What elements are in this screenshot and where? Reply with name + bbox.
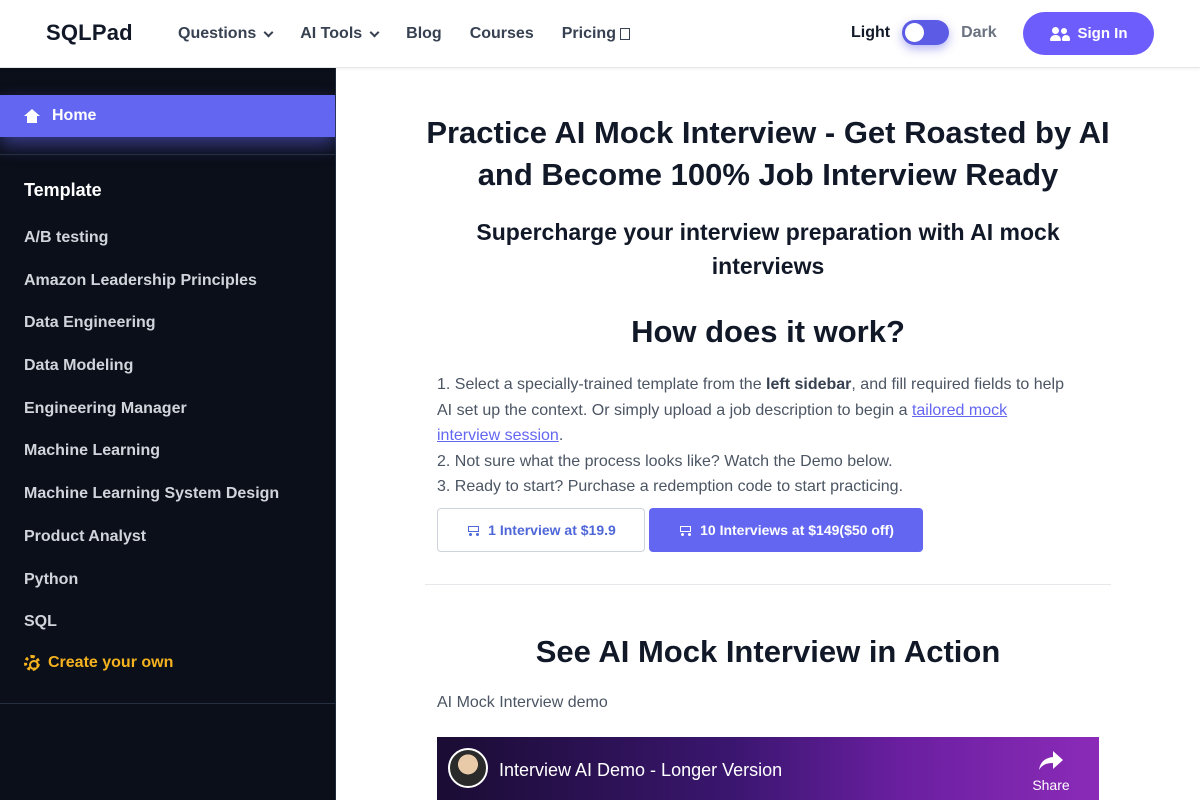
sidebar-divider [0, 703, 335, 704]
sidebar: Home Template A/B testing Amazon Leaders… [0, 68, 336, 800]
sidebar-divider [0, 154, 335, 155]
cart-icon [466, 524, 480, 536]
demo-heading: See AI Mock Interview in Action [535, 634, 1001, 669]
sidebar-item-engineering-manager[interactable]: Engineering Manager [24, 398, 279, 441]
nav-questions-label: Questions [178, 25, 257, 42]
channel-avatar[interactable] [448, 748, 488, 788]
users-icon [1049, 26, 1070, 41]
logo[interactable]: SQLPad [46, 20, 133, 46]
sign-in-button[interactable]: Sign In [1023, 12, 1154, 55]
sidebar-item-amazon-leadership[interactable]: Amazon Leadership Principles [24, 270, 279, 313]
step-1-bold: left sidebar [766, 376, 852, 393]
theme-light-label: Light [851, 23, 891, 41]
theme-toggle[interactable] [902, 20, 950, 45]
sidebar-item-ab-testing[interactable]: A/B testing [24, 227, 279, 270]
share-icon [1039, 751, 1063, 770]
cart-icon [678, 524, 692, 536]
chevron-down-icon [369, 27, 380, 37]
top-header: SQLPad Questions AI Tools Blog Courses P… [0, 0, 1200, 68]
external-link-icon [619, 28, 630, 40]
gear-icon [24, 655, 40, 671]
share-label: Share [1032, 777, 1070, 793]
nav-blog-label: Blog [406, 25, 442, 42]
sign-in-label: Sign In [1077, 25, 1128, 42]
home-icon [24, 109, 40, 123]
nav-courses[interactable]: Courses [470, 25, 534, 43]
step-2: 2. Not sure what the process looks like?… [437, 452, 893, 470]
page-subtitle: Supercharge your interview preparation w… [476, 219, 1060, 279]
sidebar-item-python[interactable]: Python [24, 569, 279, 612]
theme-dark-label: Dark [961, 23, 997, 41]
video-title[interactable]: Interview AI Demo - Longer Version [499, 760, 782, 781]
sidebar-home-label: Home [52, 107, 97, 124]
sidebar-template-list: A/B testing Amazon Leadership Principles… [24, 227, 279, 654]
buy-ten-interviews-button[interactable]: 10 Interviews at $149($50 off) [649, 508, 923, 552]
sidebar-item-sql[interactable]: SQL [24, 611, 279, 654]
steps-list: 1. Select a specially-trained template f… [437, 372, 1067, 500]
sidebar-section-title: Template [24, 180, 102, 200]
share-button[interactable]: Share [1026, 751, 1076, 793]
toggle-knob [905, 23, 925, 42]
step-1-text: 1. Select a specially-trained template f… [437, 376, 767, 393]
buy-one-interview-button[interactable]: 1 Interview at $19.9 [437, 508, 645, 552]
demo-label: AI Mock Interview demo [437, 694, 608, 711]
create-your-own-label: Create your own [48, 654, 174, 671]
section-divider [425, 584, 1111, 585]
step-1: 1. Select a specially-trained template f… [437, 372, 1067, 449]
sidebar-create-your-own[interactable]: Create your own [24, 654, 173, 672]
nav-questions[interactable]: Questions [178, 25, 274, 43]
how-it-works-heading: How does it work? [631, 314, 905, 349]
sidebar-item-data-modeling[interactable]: Data Modeling [24, 355, 279, 398]
main-nav: Questions AI Tools Blog Courses Pricing [178, 0, 658, 68]
nav-ai-tools[interactable]: AI Tools [300, 25, 380, 43]
page-title: Practice AI Mock Interview - Get Roasted… [426, 115, 1110, 192]
sidebar-item-machine-learning[interactable]: Machine Learning [24, 440, 279, 483]
sidebar-item-product-analyst[interactable]: Product Analyst [24, 526, 279, 569]
buy-one-label: 1 Interview at $19.9 [488, 522, 616, 538]
step-3: 3. Ready to start? Purchase a redemption… [437, 478, 904, 495]
video-embed[interactable]: Interview AI Demo - Longer Version Share [437, 737, 1099, 800]
step-1-end: . [558, 427, 564, 444]
nav-ai-tools-label: AI Tools [300, 25, 363, 42]
nav-pricing-label: Pricing [561, 25, 616, 42]
nav-pricing[interactable]: Pricing [562, 25, 630, 43]
sidebar-item-home[interactable]: Home [0, 95, 335, 137]
nav-courses-label: Courses [469, 25, 534, 42]
nav-blog[interactable]: Blog [406, 25, 442, 43]
main-content: Practice AI Mock Interview - Get Roasted… [336, 68, 1200, 800]
buy-ten-label: 10 Interviews at $149($50 off) [700, 522, 894, 538]
theme-switcher: Light Dark [851, 20, 997, 45]
sidebar-item-ml-system-design[interactable]: Machine Learning System Design [24, 483, 279, 526]
sidebar-item-data-engineering[interactable]: Data Engineering [24, 312, 279, 355]
chevron-down-icon [263, 27, 274, 37]
